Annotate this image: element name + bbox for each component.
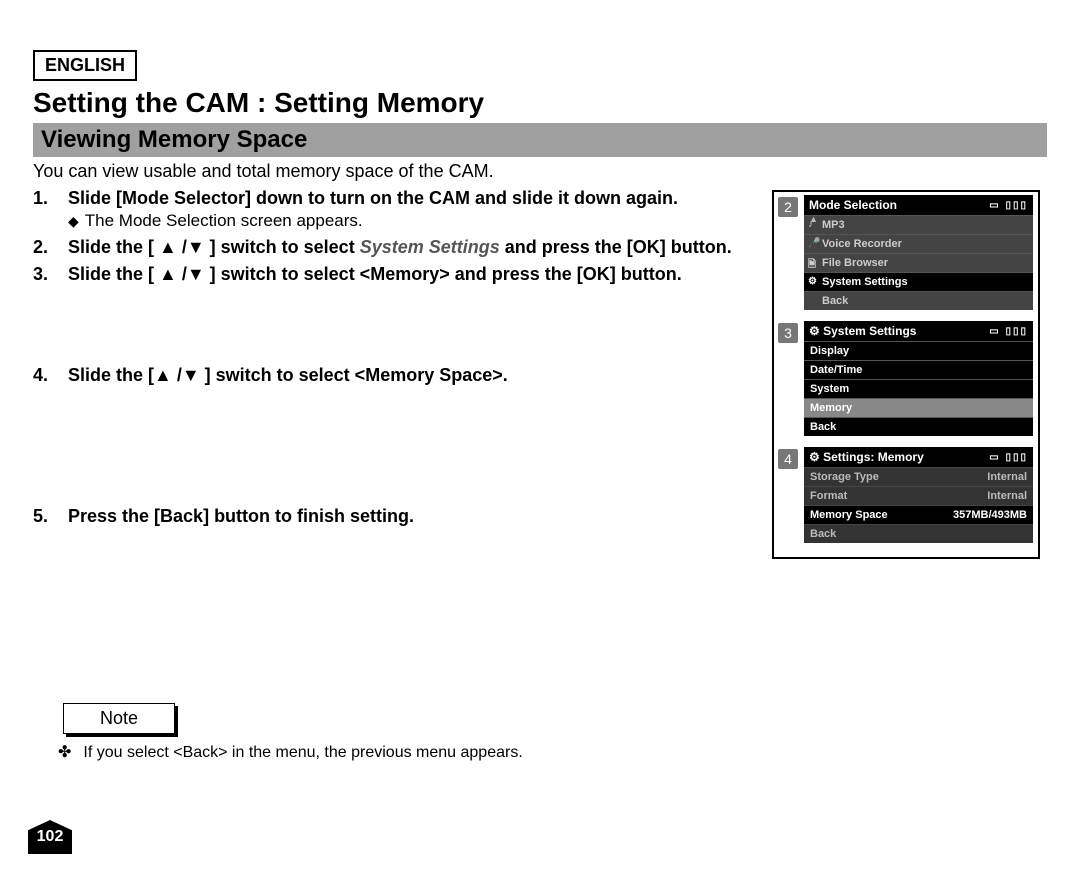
menu-item-system[interactable]: System bbox=[804, 379, 1033, 398]
step-text: Press the [Back] button to finish settin… bbox=[68, 506, 414, 526]
kv-key: Memory Space bbox=[810, 509, 888, 521]
diamond-icon: ◆ bbox=[68, 213, 79, 229]
mic-icon: 🎤 bbox=[808, 238, 820, 249]
menu-item-file-browser[interactable]: 🗎File Browser bbox=[804, 253, 1033, 272]
step-sub: The Mode Selection screen appears. bbox=[85, 211, 363, 230]
menu-item-display[interactable]: Display bbox=[804, 341, 1033, 360]
step-4: 4. Slide the [▲ /▼ ] switch to select <M… bbox=[33, 365, 793, 386]
gear-icon: ⚙ bbox=[809, 450, 823, 464]
lcd-title: System Settings bbox=[823, 324, 916, 338]
gear-icon: ⚙ bbox=[808, 276, 817, 287]
menu-label: MP3 bbox=[822, 219, 845, 231]
music-icon: ♪ bbox=[808, 219, 813, 230]
kv-key: Storage Type bbox=[810, 471, 879, 483]
step-text-post: and press the [OK] button. bbox=[500, 237, 732, 257]
row-memory-space[interactable]: Memory Space 357MB/493MB bbox=[804, 505, 1033, 524]
row-back[interactable]: Back bbox=[804, 524, 1033, 543]
lcd-title: Settings: Memory bbox=[823, 450, 924, 464]
lcd-header: ⚙ System Settings ▭ ▯▯▯ bbox=[804, 321, 1033, 341]
intro-text: You can view usable and total memory spa… bbox=[33, 161, 1047, 182]
step-text-italic: System Settings bbox=[360, 237, 500, 257]
menu-label: File Browser bbox=[822, 257, 888, 269]
menu-label: System Settings bbox=[822, 276, 908, 288]
row-format[interactable]: Format Internal bbox=[804, 486, 1033, 505]
menu-item-voice[interactable]: 🎤Voice Recorder bbox=[804, 234, 1033, 253]
page-number: 102 bbox=[28, 820, 72, 854]
menu-item-datetime[interactable]: Date/Time bbox=[804, 360, 1033, 379]
menu-item-mp3[interactable]: ♪ MP3 bbox=[804, 215, 1033, 234]
status-icons: ▭ ▯▯▯ bbox=[989, 452, 1028, 463]
device-screen-3: 3 ⚙ System Settings ▭ ▯▯▯ Display Date/T… bbox=[774, 318, 1038, 444]
step-text: Slide the [▲ /▼ ] switch to select <Memo… bbox=[68, 365, 508, 385]
device-screen-2: 2 Mode Selection ▭ ▯▯▯ ▲ ♪MP3 🎤Voice Rec… bbox=[774, 192, 1038, 318]
kv-value: Internal bbox=[987, 490, 1027, 502]
device-screen-4: 4 ⚙ Settings: Memory ▭ ▯▯▯ Storage Type I… bbox=[774, 444, 1038, 551]
section-heading: Viewing Memory Space bbox=[33, 123, 1047, 157]
step-number: 3. bbox=[33, 264, 68, 285]
menu-item-back[interactable]: Back bbox=[804, 291, 1033, 310]
step-number: 1. bbox=[33, 188, 68, 231]
menu-item-system-settings[interactable]: ⚙ System Settings bbox=[804, 272, 1033, 291]
page-title: Setting the CAM : Setting Memory bbox=[33, 87, 1047, 119]
status-icons: ▭ ▯▯▯ bbox=[989, 326, 1028, 337]
note-text: If you select <Back> in the menu, the pr… bbox=[58, 742, 1047, 762]
device-screens: 2 Mode Selection ▭ ▯▯▯ ▲ ♪MP3 🎤Voice Rec… bbox=[772, 190, 1040, 559]
step-number: 5. bbox=[33, 506, 68, 527]
step-number: 2. bbox=[33, 237, 68, 258]
gear-icon: ⚙ bbox=[809, 324, 823, 338]
step-2: 2. Slide the [ ▲ /▼ ] switch to select S… bbox=[33, 237, 793, 258]
screen-badge: 4 bbox=[778, 449, 798, 469]
step-3: 3. Slide the [ ▲ /▼ ] switch to select <… bbox=[33, 264, 793, 285]
step-1: 1. Slide [Mode Selector] down to turn on… bbox=[33, 188, 793, 231]
step-text: Slide [Mode Selector] down to turn on th… bbox=[68, 188, 678, 208]
screen-badge: 3 bbox=[778, 323, 798, 343]
lcd-title: Mode Selection bbox=[809, 198, 897, 212]
kv-value: 357MB/493MB bbox=[953, 509, 1027, 521]
lcd-header: ⚙ Settings: Memory ▭ ▯▯▯ bbox=[804, 447, 1033, 467]
status-icons: ▭ ▯▯▯ bbox=[989, 200, 1028, 211]
row-storage-type[interactable]: Storage Type Internal bbox=[804, 467, 1033, 486]
menu-item-memory[interactable]: Memory bbox=[804, 398, 1033, 417]
step-text-pre: Slide the [ ▲ /▼ ] switch to select bbox=[68, 237, 360, 257]
menu-label: Voice Recorder bbox=[822, 238, 902, 250]
step-5: 5. Press the [Back] button to finish set… bbox=[33, 506, 793, 527]
language-label: ENGLISH bbox=[33, 50, 137, 81]
kv-key: Format bbox=[810, 490, 847, 502]
menu-item-back[interactable]: Back bbox=[804, 417, 1033, 436]
step-number: 4. bbox=[33, 365, 68, 386]
kv-value: Internal bbox=[987, 471, 1027, 483]
menu-label: Back bbox=[822, 295, 848, 307]
screen-badge: 2 bbox=[778, 197, 798, 217]
lcd-header: Mode Selection ▭ ▯▯▯ bbox=[804, 195, 1033, 215]
steps-list: 1. Slide [Mode Selector] down to turn on… bbox=[33, 188, 793, 527]
kv-key: Back bbox=[810, 528, 836, 540]
step-text: Slide the [ ▲ /▼ ] switch to select <Mem… bbox=[68, 264, 682, 284]
note-box: Note bbox=[63, 703, 175, 734]
